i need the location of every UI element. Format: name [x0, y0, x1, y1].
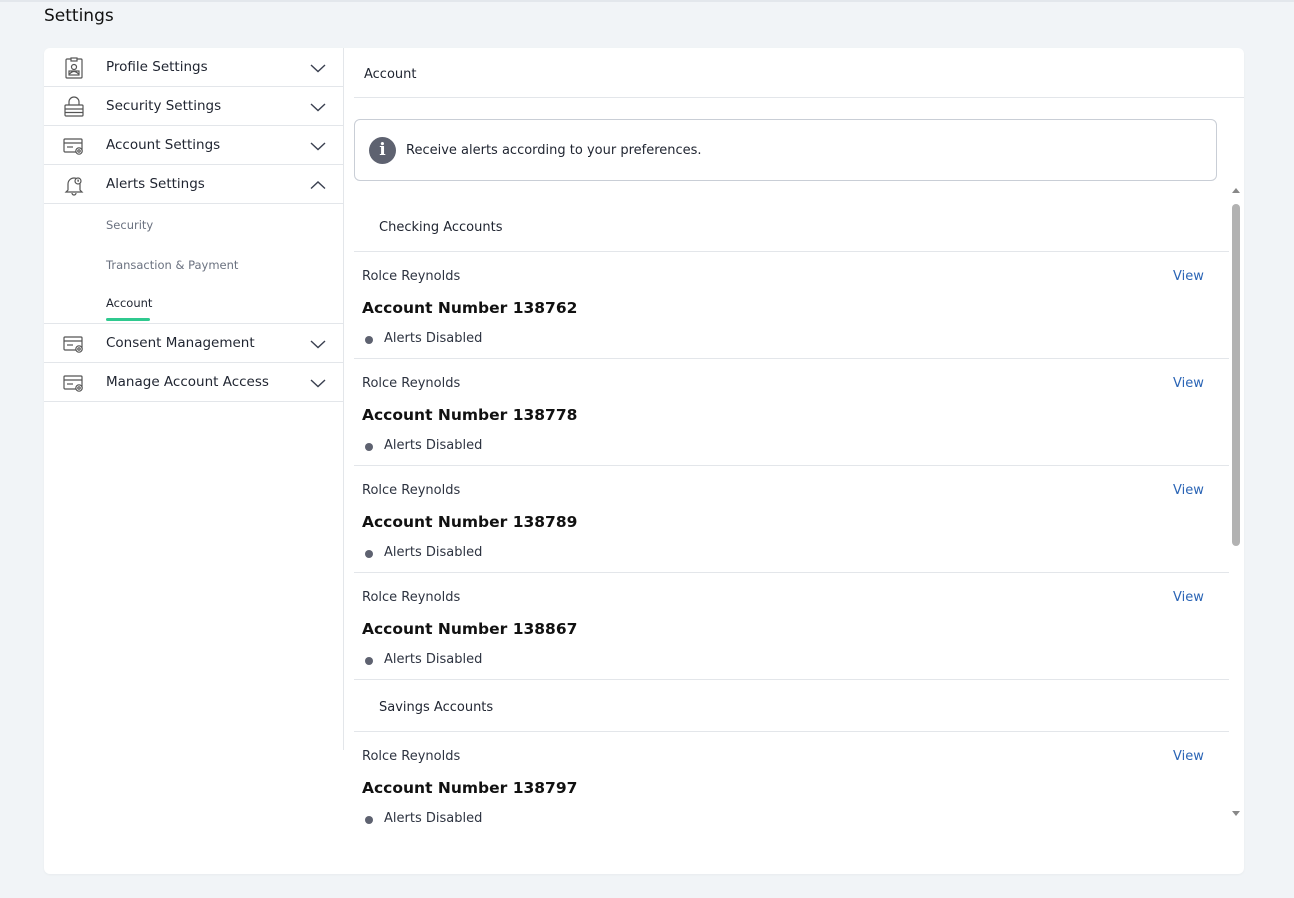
account-number: Account Number 138797	[362, 779, 578, 797]
account-holder-name: Rolce Reynolds	[362, 749, 461, 764]
chevron-down-icon	[310, 60, 326, 76]
sidebar-item-label: Consent Management	[106, 335, 255, 351]
subnav-item-security[interactable]: Security	[106, 218, 153, 232]
scrollbar-thumb[interactable]	[1232, 204, 1240, 546]
alert-status: Alerts Disabled	[384, 438, 483, 453]
status-dot	[365, 336, 373, 344]
account-number: Account Number 138789	[362, 513, 578, 531]
alert-status: Alerts Disabled	[384, 652, 483, 667]
sidebar-item-label: Profile Settings	[106, 59, 208, 75]
view-link[interactable]: View	[1173, 590, 1204, 605]
alerts-subnav: Security Transaction & Payment Account	[44, 204, 343, 324]
active-indicator	[106, 318, 150, 321]
section-label: Checking Accounts	[379, 220, 503, 235]
view-link[interactable]: View	[1173, 749, 1204, 764]
sidebar-item-label: Security Settings	[106, 98, 222, 114]
banner-text: Receive alerts according to your prefere…	[406, 143, 702, 158]
profile-badge-icon	[63, 57, 85, 79]
view-link[interactable]: View	[1173, 269, 1204, 284]
account-settings-icon	[63, 333, 85, 355]
section-header: Checking Accounts	[354, 200, 1229, 252]
account-holder-name: Rolce Reynolds	[362, 376, 461, 391]
bell-icon	[63, 174, 85, 196]
status-dot	[365, 816, 373, 824]
settings-sidebar: Profile Settings Security Settings Accou…	[44, 48, 344, 750]
main-panel: Account i Receive alerts according to yo…	[354, 48, 1244, 874]
view-link[interactable]: View	[1173, 483, 1204, 498]
section-title: Account	[364, 67, 417, 82]
subnav-item-transaction-payment[interactable]: Transaction & Payment	[106, 258, 238, 272]
sidebar-item-label: Account Settings	[106, 137, 221, 153]
alert-status: Alerts Disabled	[384, 811, 483, 826]
settings-card: Profile Settings Security Settings Accou…	[44, 48, 1244, 874]
page-title: Settings	[44, 6, 114, 26]
chevron-down-icon	[310, 336, 326, 352]
subnav-item-account[interactable]: Account	[106, 296, 152, 310]
account-row: Rolce Reynolds View Account Number 13886…	[354, 573, 1229, 680]
account-row: Rolce Reynolds View Account Number 13877…	[354, 359, 1229, 466]
status-dot	[365, 550, 373, 558]
status-dot	[365, 657, 373, 665]
account-number: Account Number 138778	[362, 406, 578, 424]
account-holder-name: Rolce Reynolds	[362, 590, 461, 605]
section-label: Savings Accounts	[379, 700, 494, 715]
account-row: Rolce Reynolds View Account Number 13876…	[354, 252, 1229, 359]
info-banner: i Receive alerts according to your prefe…	[354, 119, 1217, 181]
chevron-down-icon	[310, 375, 326, 391]
chevron-down-icon	[310, 99, 326, 115]
account-holder-name: Rolce Reynolds	[362, 269, 461, 284]
account-row: Rolce Reynolds View Account Number 13879…	[354, 732, 1229, 830]
sidebar-item-manage-account-access[interactable]: Manage Account Access	[44, 363, 343, 402]
alert-status: Alerts Disabled	[384, 545, 483, 560]
account-number: Account Number 138867	[362, 620, 578, 638]
top-divider	[0, 0, 1294, 2]
sidebar-item-security-settings[interactable]: Security Settings	[44, 87, 343, 126]
account-settings-icon	[63, 372, 85, 394]
sidebar-item-label: Manage Account Access	[106, 374, 269, 390]
accounts-list: Checking Accounts Rolce Reynolds View Ac…	[354, 200, 1229, 830]
view-link[interactable]: View	[1173, 376, 1204, 391]
scroll-up-arrow[interactable]	[1232, 188, 1240, 193]
chevron-down-icon	[310, 138, 326, 154]
sidebar-item-profile-settings[interactable]: Profile Settings	[44, 48, 343, 87]
section-header: Savings Accounts	[354, 680, 1229, 732]
account-row: Rolce Reynolds View Account Number 13878…	[354, 466, 1229, 573]
chevron-up-icon	[310, 177, 326, 193]
sidebar-item-alerts-settings[interactable]: Alerts Settings	[44, 165, 343, 204]
scroll-down-arrow[interactable]	[1232, 811, 1240, 816]
sidebar-item-account-settings[interactable]: Account Settings	[44, 126, 343, 165]
info-icon: i	[369, 137, 396, 164]
lock-icon	[63, 96, 85, 118]
main-header: Account	[354, 48, 1244, 98]
account-holder-name: Rolce Reynolds	[362, 483, 461, 498]
account-number: Account Number 138762	[362, 299, 578, 317]
sidebar-item-consent-management[interactable]: Consent Management	[44, 324, 343, 363]
alert-status: Alerts Disabled	[384, 331, 483, 346]
account-settings-icon	[63, 135, 85, 157]
status-dot	[365, 443, 373, 451]
sidebar-item-label: Alerts Settings	[106, 176, 205, 192]
